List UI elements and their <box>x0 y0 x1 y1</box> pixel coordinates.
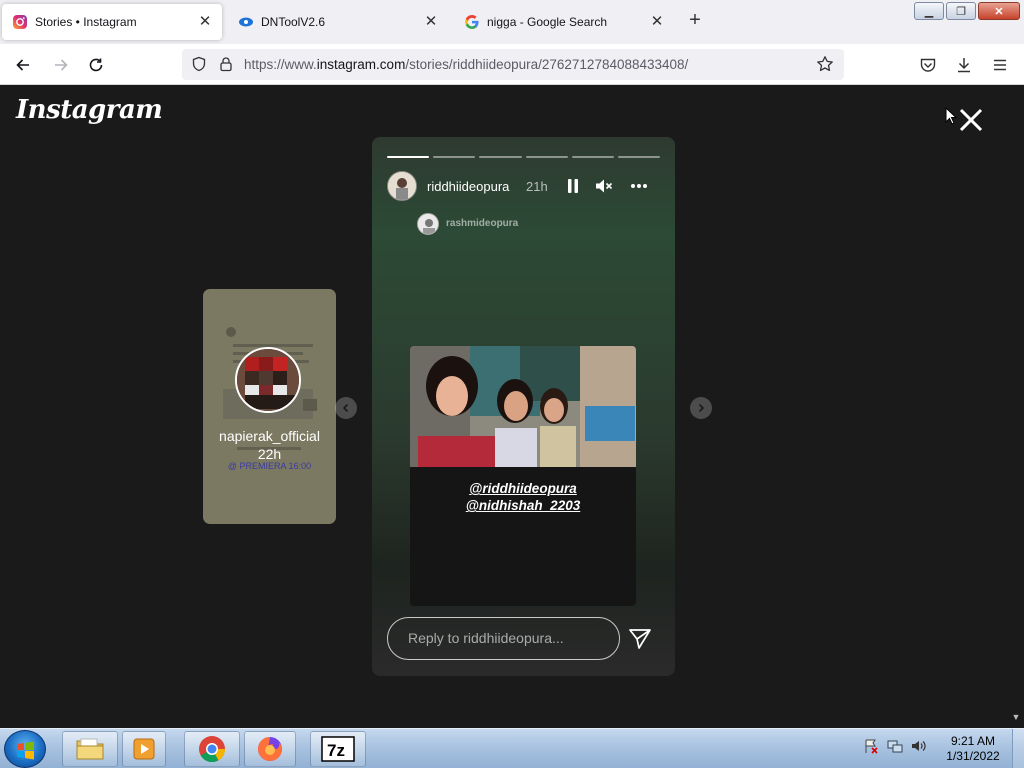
start-button[interactable] <box>4 730 46 768</box>
hamburger-menu-icon[interactable] <box>987 52 1013 78</box>
media-player-icon <box>133 738 155 760</box>
lock-icon[interactable] <box>217 55 235 73</box>
send-paper-plane-icon[interactable] <box>628 627 652 651</box>
close-stories-icon[interactable] <box>956 105 986 135</box>
taskbar-media-player[interactable] <box>122 731 166 767</box>
previous-story-time: 22h <box>257 446 282 462</box>
svg-text:7z: 7z <box>327 741 345 760</box>
taskbar-firefox[interactable] <box>244 731 296 767</box>
previous-story-username: napierak_official <box>219 428 320 444</box>
instagram-stories-page: Instagram napierak_official 22h @ PREMIE… <box>0 85 1024 728</box>
clock-date: 1/31/2022 <box>946 749 1000 763</box>
forward-arrow-icon[interactable] <box>48 52 74 78</box>
tab-close-icon[interactable]: ✕ <box>648 13 666 31</box>
taskbar-clock[interactable]: 9:21 AM 1/31/2022 <box>938 734 1008 764</box>
url-host: instagram.com <box>316 57 406 72</box>
google-favicon-icon <box>464 14 480 30</box>
new-tab-plus-icon[interactable]: + <box>684 10 706 32</box>
reply-input[interactable] <box>408 630 608 646</box>
story-progress-segment <box>525 156 568 158</box>
story-progress-segment <box>433 156 476 158</box>
network-icon[interactable] <box>886 737 904 755</box>
reply-box[interactable] <box>387 617 620 660</box>
tab-dntool[interactable]: DNToolV2.6 ✕ <box>228 4 448 40</box>
clock-time: 9:21 AM <box>950 734 996 748</box>
avatar-image <box>388 172 416 200</box>
restore-icon[interactable]: ❐ <box>946 2 976 20</box>
taskbar-7zip[interactable]: 7z <box>310 731 366 767</box>
mention-tag-2[interactable]: @nidhishah_2203 <box>410 498 636 513</box>
instagram-logo[interactable]: Instagram <box>16 95 163 125</box>
url-text[interactable]: https://www.instagram.com/stories/riddhi… <box>244 57 688 72</box>
story-progress-segment <box>617 156 661 158</box>
volume-speaker-icon[interactable] <box>910 737 928 755</box>
tab-title: nigga - Google Search <box>487 15 608 29</box>
url-path: /stories/riddhiideopura/2762712784088433… <box>405 57 689 72</box>
system-tray <box>862 737 928 755</box>
muted-speaker-icon[interactable] <box>593 175 615 197</box>
mention-tag-1[interactable]: @riddhiideopura <box>410 481 636 496</box>
windows-taskbar: 7z 9:21 AM 1/31/2022 <box>0 728 1024 768</box>
minimize-icon[interactable]: ▁ <box>914 2 944 20</box>
story-username[interactable]: riddhiideopura <box>427 179 509 194</box>
mention-avatar <box>417 213 439 235</box>
browser-tab-bar: Stories • Instagram ✕ DNToolV2.6 ✕ nigga… <box>0 0 1024 44</box>
more-options-icon[interactable] <box>628 175 650 197</box>
taskbar-chrome[interactable] <box>184 731 240 767</box>
previous-story-chevron-icon[interactable] <box>335 397 357 419</box>
pause-icon[interactable] <box>562 175 584 197</box>
dntool-favicon-icon <box>238 14 254 30</box>
bookmark-star-icon[interactable] <box>816 55 834 73</box>
folder-icon <box>76 738 104 760</box>
action-center-flag-icon[interactable] <box>862 737 880 755</box>
browser-nav-bar: https://www.instagram.com/stories/riddhi… <box>0 44 1024 85</box>
tab-close-icon[interactable]: ✕ <box>196 13 214 31</box>
current-story[interactable]: riddhiideopura 21h rashmideopura @riddhi… <box>372 137 675 676</box>
mention-avatar-image <box>418 214 438 234</box>
reload-icon[interactable] <box>83 52 109 78</box>
story-progress-bar <box>387 156 661 158</box>
instagram-favicon-icon <box>12 14 28 30</box>
group-selfie-photo <box>410 346 636 467</box>
windows-flag-icon <box>17 741 34 760</box>
previous-story-caption: @ PREMIERA 16:00 <box>227 461 312 471</box>
reshared-post-card[interactable]: @riddhiideopura @nidhishah_2203 <box>410 346 636 606</box>
mention-username: rashmideopura <box>446 218 519 229</box>
pocket-icon[interactable] <box>915 52 941 78</box>
firefox-icon <box>258 737 282 761</box>
7zip-icon: 7z <box>321 736 355 762</box>
tab-instagram-stories[interactable]: Stories • Instagram ✕ <box>2 4 222 40</box>
tab-close-icon[interactable]: ✕ <box>422 13 440 31</box>
taskbar-file-explorer[interactable] <box>62 731 118 767</box>
address-bar[interactable]: https://www.instagram.com/stories/riddhi… <box>182 49 844 80</box>
back-arrow-icon[interactable] <box>10 52 36 78</box>
story-time: 21h <box>526 179 548 194</box>
show-desktop-button[interactable] <box>1012 729 1024 768</box>
downloads-icon[interactable] <box>951 52 977 78</box>
window-controls: ▁ ❐ ✕ <box>914 2 1020 20</box>
tab-title: DNToolV2.6 <box>261 15 326 29</box>
window-close-icon[interactable]: ✕ <box>978 2 1020 20</box>
story-progress-segment <box>387 156 430 158</box>
tab-google-search[interactable]: nigga - Google Search ✕ <box>454 4 674 40</box>
story-user-avatar[interactable] <box>387 171 417 201</box>
tracking-protection-shield-icon[interactable] <box>190 55 208 73</box>
story-progress-segment <box>479 156 522 158</box>
previous-story-card[interactable]: napierak_official 22h @ PREMIERA 16:00 <box>203 289 336 524</box>
next-story-chevron-icon[interactable] <box>690 397 712 419</box>
scroll-down-arrow-icon[interactable]: ▼ <box>1010 712 1022 724</box>
url-prefix: https://www. <box>244 57 317 72</box>
previous-story-avatar <box>235 347 301 413</box>
chrome-icon <box>199 736 226 763</box>
story-progress-segment <box>571 156 614 158</box>
tab-title: Stories • Instagram <box>35 15 137 29</box>
